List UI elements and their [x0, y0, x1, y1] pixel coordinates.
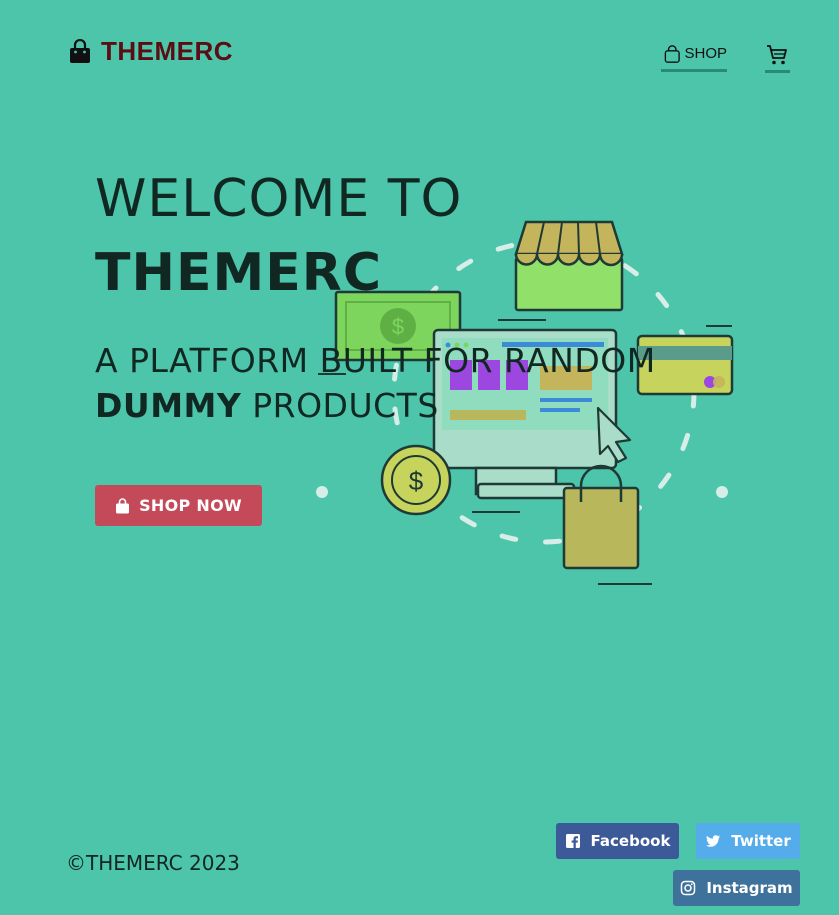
facebook-icon — [565, 834, 580, 848]
shopping-bag-icon — [116, 497, 130, 513]
footer-copyright: ©THEMERC 2023 — [66, 851, 240, 875]
cart-icon — [767, 45, 787, 65]
instagram-label: Instagram — [706, 879, 793, 897]
shop-now-button[interactable]: SHOP NOW — [95, 485, 262, 526]
hero-subtitle-bold: DUMMY — [95, 386, 242, 425]
nav-cart-link[interactable] — [765, 40, 790, 73]
twitter-icon — [706, 835, 721, 847]
shopping-bag-outline-icon — [664, 45, 680, 63]
svg-text:$: $ — [409, 466, 424, 496]
instagram-button[interactable]: Instagram — [673, 870, 800, 906]
nav-shop-link[interactable]: SHOP — [661, 40, 727, 72]
hero-subtitle: A PLATFORM BUILT FOR RANDOM DUMMY PRODUC… — [95, 338, 656, 428]
dot-right — [716, 486, 728, 498]
svg-text:$: $ — [392, 314, 404, 339]
dot-left — [316, 486, 328, 498]
shop-now-label: SHOP NOW — [139, 496, 242, 515]
store-awning-icon — [498, 220, 624, 321]
coin-icon: $ — [380, 444, 452, 516]
facebook-label: Facebook — [590, 832, 671, 850]
hero-subtitle-rest: PRODUCTS — [241, 386, 439, 425]
brand-name: THEMERC — [101, 36, 234, 66]
nav-shop-label: SHOP — [684, 45, 727, 62]
twitter-button[interactable]: Twitter — [696, 823, 800, 859]
twitter-label: Twitter — [731, 832, 791, 850]
hero-title: WELCOME TO THEMERC — [95, 166, 462, 306]
facebook-button[interactable]: Facebook — [556, 823, 679, 859]
hero-subtitle-line1: A PLATFORM BUILT FOR RANDOM — [95, 341, 656, 380]
shopping-bag-illustration-icon — [562, 464, 652, 585]
hero-title-line1: WELCOME TO — [95, 169, 463, 229]
shopping-bag-icon — [70, 38, 90, 63]
brand-logo[interactable]: THEMERC — [68, 36, 233, 67]
instagram-icon — [681, 880, 696, 896]
hero-title-line2: THEMERC — [95, 243, 382, 303]
